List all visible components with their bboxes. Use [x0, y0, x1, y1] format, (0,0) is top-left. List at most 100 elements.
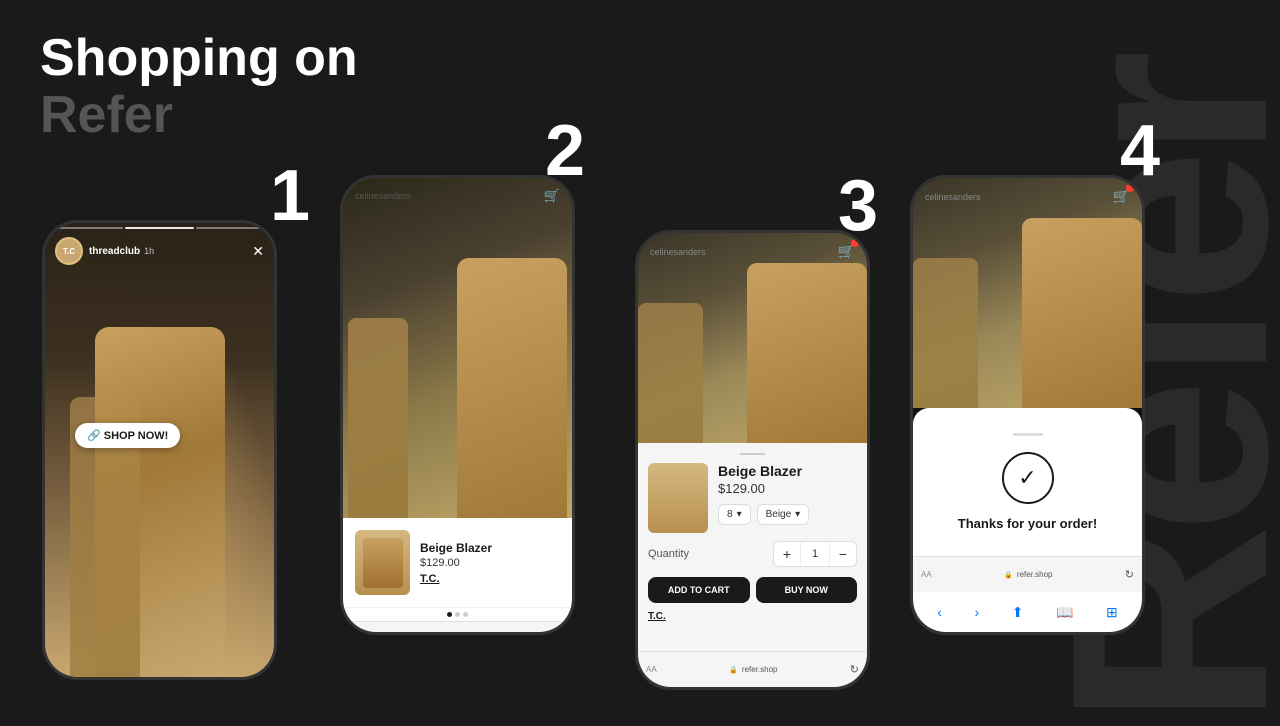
phone4-forward-icon[interactable]: ›	[974, 604, 979, 620]
step-1-number: 1	[270, 155, 310, 237]
size-chevron: ▾	[737, 509, 742, 520]
phone3-product-row: Beige Blazer $129.00 8 ▾ Beige ▾	[648, 463, 857, 533]
phone-3: celinesanders 🛒 Beige Blazer $129.00 8	[635, 230, 870, 690]
phone-2: celinesanders 🛒 Beige Blazer $129.00 T.C…	[340, 175, 575, 635]
success-circle: ✓	[1002, 452, 1054, 504]
drag-indicator	[740, 453, 765, 455]
phone3-quantity-row: Quantity + 1 −	[648, 541, 857, 567]
progress-bar-1	[53, 227, 123, 229]
phone3-header: celinesanders 🛒	[650, 243, 855, 260]
phone2-figure-small	[348, 318, 408, 518]
phone3-action-buttons: ADD TO CART BUY NOW	[648, 577, 857, 603]
quantity-label: Quantity	[648, 548, 689, 560]
phone4-figure	[1022, 218, 1142, 408]
phone4-figure-small	[913, 258, 978, 408]
phone4-image-area: celinesanders 🛒	[913, 178, 1142, 408]
buy-now-button[interactable]: BUY NOW	[756, 577, 858, 603]
phone-2-screen: celinesanders 🛒 Beige Blazer $129.00 T.C…	[343, 178, 572, 632]
phone4-browser-bar[interactable]: AA 🔒 refer.shop ↻	[913, 556, 1142, 592]
phone1-person	[65, 297, 260, 677]
quantity-control: + 1 −	[773, 541, 857, 567]
phone4-header: celinesanders 🛒	[925, 188, 1130, 205]
phone3-browser-bar[interactable]: AA 🔒 refer.shop ↻	[638, 651, 867, 687]
phone1-story-header: T.C threadclub 1h ✕	[55, 237, 264, 265]
header: Shopping on Refer	[40, 30, 358, 144]
phone-3-screen: celinesanders 🛒 Beige Blazer $129.00 8	[638, 233, 867, 687]
size-value: 8	[727, 509, 733, 520]
phone3-browser-url: 🔒 refer.shop	[663, 665, 844, 674]
phone3-image-area: celinesanders 🛒	[638, 233, 867, 443]
product-brand: T.C.	[420, 573, 560, 585]
phone4-bookmarks-icon[interactable]: 📖	[1056, 604, 1073, 621]
check-icon: ✓	[1018, 465, 1036, 491]
phone3-username: celinesanders	[650, 247, 706, 257]
lock-icon-4: 🔒	[1004, 572, 1013, 579]
phone3-selects: 8 ▾ Beige ▾	[718, 504, 857, 525]
phone4-tabs-icon[interactable]: ⊞	[1106, 604, 1118, 621]
product-name: Beige Blazer	[420, 541, 560, 555]
add-to-cart-button[interactable]: ADD TO CART	[648, 577, 750, 603]
carousel-dots	[343, 607, 572, 621]
step-4-number: 4	[1120, 110, 1160, 192]
story-time: 1h	[144, 246, 154, 256]
phone3-browser-text: AA	[646, 665, 657, 674]
quantity-minus[interactable]: −	[830, 542, 856, 566]
quantity-plus[interactable]: +	[774, 542, 800, 566]
phone4-username: celinesanders	[925, 192, 981, 202]
phone2-header: celinesanders 🛒	[355, 188, 560, 204]
phone4-success-panel: ✓ Thanks for your order!	[913, 408, 1142, 556]
avatar-initials: T.C	[63, 247, 75, 256]
drag-indicator-4	[1013, 433, 1043, 436]
color-select[interactable]: Beige ▾	[757, 504, 810, 525]
product-price: $129.00	[420, 557, 560, 569]
step-3-number: 3	[838, 165, 878, 247]
lock-icon-3: 🔒	[729, 667, 738, 674]
product-thumbnail	[355, 530, 410, 595]
progress-bar-2	[125, 227, 195, 229]
quantity-value: 1	[800, 542, 830, 566]
header-line2: Refer	[40, 87, 358, 144]
product-thumb-img	[363, 538, 403, 588]
phone2-image-area: celinesanders 🛒	[343, 178, 572, 518]
phone-1: T.C threadclub 1h ✕ 🔗 SHOP NOW!	[42, 220, 277, 680]
story-avatar: T.C	[55, 237, 83, 265]
color-value: Beige	[766, 509, 792, 520]
product-info: Beige Blazer $129.00 T.C.	[420, 541, 560, 585]
shop-now-button[interactable]: 🔗 SHOP NOW!	[75, 423, 180, 448]
phone3-product-price: $129.00	[718, 481, 857, 496]
phone-1-screen: T.C threadclub 1h ✕ 🔗 SHOP NOW!	[45, 223, 274, 677]
phone2-figure	[457, 258, 567, 518]
shop-now-label: 🔗 SHOP NOW!	[87, 429, 168, 442]
success-message: Thanks for your order!	[958, 516, 1097, 531]
close-icon[interactable]: ✕	[252, 243, 264, 260]
color-chevron: ▾	[795, 509, 800, 520]
dot-1	[455, 612, 460, 617]
phone2-product-card: Beige Blazer $129.00 T.C.	[343, 518, 572, 607]
step-2-number: 2	[545, 110, 585, 192]
phone3-figure-small	[638, 303, 703, 443]
phone2-browser-bar[interactable]: AA 🔒 refer.shop ↻	[343, 621, 572, 632]
phone4-url-area: 🔒 refer.shop	[938, 570, 1119, 579]
refresh-icon-3[interactable]: ↻	[850, 663, 859, 676]
phone-4-screen: celinesanders 🛒 ✓ Thanks for your order!…	[913, 178, 1142, 632]
phone2-username: celinesanders	[355, 191, 411, 201]
url-text-3: refer.shop	[742, 665, 778, 674]
phone-4: celinesanders 🛒 ✓ Thanks for your order!…	[910, 175, 1145, 635]
phone4-back-icon[interactable]: ‹	[937, 604, 942, 620]
header-line1: Shopping on	[40, 30, 358, 87]
phone3-brand[interactable]: T.C.	[648, 611, 857, 622]
phone4-browser-text: AA	[921, 570, 932, 579]
phone3-product-thumb	[648, 463, 708, 533]
refresh-icon-4[interactable]: ↻	[1125, 568, 1134, 581]
dot-2	[463, 612, 468, 617]
phone3-figure	[747, 263, 867, 443]
size-select[interactable]: 8 ▾	[718, 504, 751, 525]
url-text-4: refer.shop	[1017, 570, 1053, 579]
phone3-product-panel: Beige Blazer $129.00 8 ▾ Beige ▾	[638, 443, 867, 651]
phone3-product-info: Beige Blazer $129.00 8 ▾ Beige ▾	[718, 463, 857, 525]
phone4-nav-bar: ‹ › ⬆ 📖 ⊞	[913, 592, 1142, 632]
phone1-progress	[53, 227, 266, 229]
dot-active	[447, 612, 452, 617]
phone4-share-icon[interactable]: ⬆	[1012, 604, 1024, 621]
progress-bar-3	[196, 227, 266, 229]
